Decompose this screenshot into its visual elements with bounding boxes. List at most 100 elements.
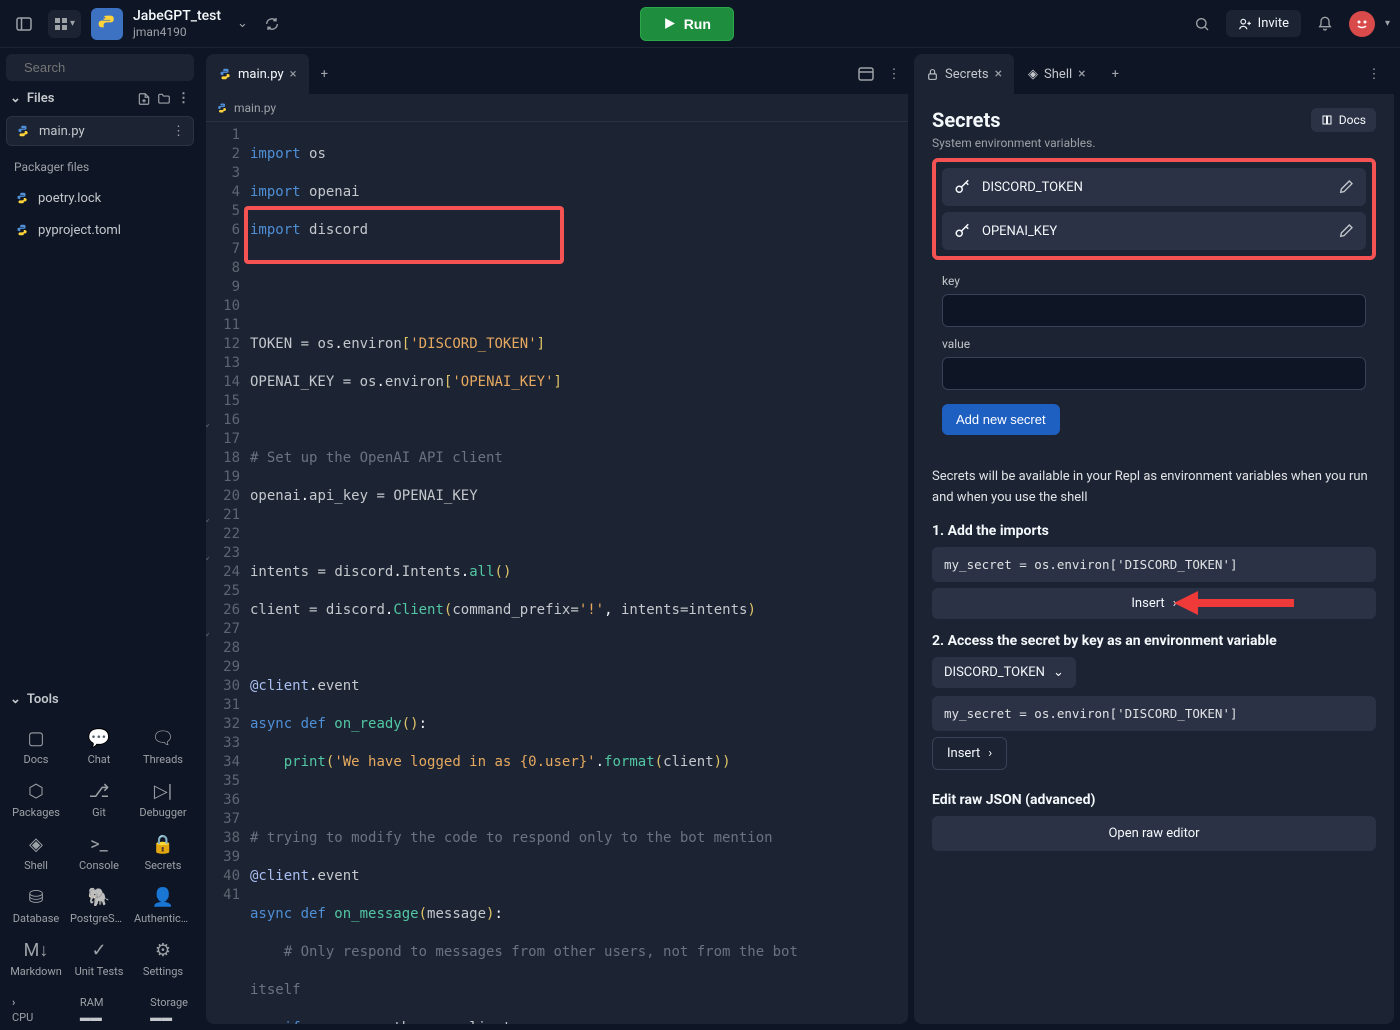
tool-settings[interactable]: ⚙Settings xyxy=(132,933,194,984)
tools-grid: ▢Docs 💬Chat 🗨Threads ⬡Packages ⎇Git ▷|De… xyxy=(6,717,194,988)
tool-unit-tests[interactable]: ✓Unit Tests xyxy=(68,933,130,984)
close-icon[interactable]: × xyxy=(1078,66,1085,82)
add-secret-button[interactable]: Add new secret xyxy=(942,404,1060,435)
breadcrumb: main.py xyxy=(206,94,908,122)
new-file-icon[interactable] xyxy=(137,92,151,106)
secrets-info: Secrets will be available in your Repl a… xyxy=(932,467,1376,509)
project-info[interactable]: JabeGPT_test jman4190 xyxy=(133,8,221,39)
tool-git[interactable]: ⎇Git xyxy=(68,774,130,825)
project-name: JabeGPT_test xyxy=(133,8,221,25)
tools-label: Tools xyxy=(27,692,59,707)
tab-label: Secrets xyxy=(945,67,989,82)
python-file-icon xyxy=(14,222,30,238)
python-file-icon xyxy=(216,102,228,114)
code-snippet-1: my_secret = os.environ['DISCORD_TOKEN'] xyxy=(932,547,1376,582)
stats-row: ›CPU RAM▬▬ Storage▬▬ xyxy=(6,992,194,1024)
key-label: key xyxy=(942,274,1366,288)
tool-shell[interactable]: ◈Shell xyxy=(6,827,66,878)
sync-icon[interactable] xyxy=(258,10,286,38)
docs-button[interactable]: Docs xyxy=(1311,108,1376,132)
python-file-icon xyxy=(218,67,232,81)
tool-database[interactable]: ⛁Database xyxy=(6,880,66,931)
tool-packages[interactable]: ⬡Packages xyxy=(6,774,66,825)
chevron-down-icon[interactable]: ⌄ xyxy=(237,16,248,31)
tool-debugger[interactable]: ▷|Debugger xyxy=(132,774,194,825)
close-icon[interactable]: × xyxy=(995,66,1002,82)
chevron-down-icon[interactable]: ▾ xyxy=(1385,18,1390,29)
lock-icon xyxy=(926,68,939,81)
python-project-icon xyxy=(91,8,123,40)
play-icon xyxy=(663,17,676,30)
secret-row-openai[interactable]: OPENAI_KEY xyxy=(942,212,1366,250)
chevron-right-icon: › xyxy=(1173,596,1177,611)
edit-icon[interactable] xyxy=(1338,223,1354,239)
grid-menu-icon[interactable]: ▾ xyxy=(48,10,81,38)
tool-threads[interactable]: 🗨Threads xyxy=(132,721,194,772)
code-body[interactable]: import os import openai import discord T… xyxy=(250,122,806,1024)
tool-postgresql[interactable]: 🐘PostgreSQL xyxy=(68,880,130,931)
secret-row-discord[interactable]: DISCORD_TOKEN xyxy=(942,168,1366,206)
add-tab-button[interactable]: + xyxy=(309,67,340,82)
close-icon[interactable]: × xyxy=(290,67,297,82)
shell-icon: ◈ xyxy=(1028,67,1038,82)
tool-markdown[interactable]: M↓Markdown xyxy=(6,933,66,984)
packager-files-label: Packager files xyxy=(6,154,194,180)
bell-icon[interactable] xyxy=(1311,10,1339,38)
edit-icon[interactable] xyxy=(1338,179,1354,195)
secrets-title: Secrets xyxy=(932,108,1001,132)
tool-chat[interactable]: 💬Chat xyxy=(68,721,130,772)
new-folder-icon[interactable] xyxy=(157,92,171,106)
docs-label: Docs xyxy=(1339,113,1366,127)
avatar[interactable] xyxy=(1349,11,1375,37)
add-tab-button[interactable]: + xyxy=(1100,67,1131,82)
invite-label: Invite xyxy=(1258,16,1289,31)
code-snippet-2: my_secret = os.environ['DISCORD_TOKEN'] xyxy=(932,696,1376,731)
python-file-icon xyxy=(14,190,30,206)
insert-label: Insert xyxy=(1131,596,1164,611)
layout-icon[interactable] xyxy=(852,60,880,88)
secret-name: OPENAI_KEY xyxy=(982,224,1328,239)
search-input[interactable] xyxy=(24,60,200,75)
chevron-down-icon: ⌄ xyxy=(10,91,21,106)
step-1-title: 1. Add the imports xyxy=(932,523,1376,539)
key-input[interactable] xyxy=(942,294,1366,327)
more-icon[interactable]: ⋮ xyxy=(172,124,185,139)
raw-json-title: Edit raw JSON (advanced) xyxy=(932,792,1376,808)
tool-console[interactable]: >_Console xyxy=(68,827,130,878)
key-icon xyxy=(954,222,972,240)
tools-section-header[interactable]: ⌄ Tools xyxy=(6,686,194,713)
tool-docs[interactable]: ▢Docs xyxy=(6,721,66,772)
more-icon[interactable]: ⋮ xyxy=(880,60,908,88)
token-dropdown[interactable]: DISCORD_TOKEN ⌄ xyxy=(932,657,1076,688)
insert-button-2[interactable]: Insert › xyxy=(932,737,1007,770)
insert-button-1[interactable]: Insert › xyxy=(932,588,1376,619)
chevron-right-icon[interactable]: › xyxy=(12,996,15,1009)
tool-secrets[interactable]: 🔒Secrets xyxy=(132,827,194,878)
chevron-right-icon: › xyxy=(988,746,992,761)
more-icon[interactable]: ⋮ xyxy=(1360,60,1388,88)
sidebar-search[interactable] xyxy=(6,54,194,81)
open-raw-editor-button[interactable]: Open raw editor xyxy=(932,816,1376,851)
tab-shell[interactable]: ◈ Shell × xyxy=(1016,54,1098,94)
file-main-py[interactable]: main.py ⋮ xyxy=(6,116,194,146)
key-icon xyxy=(954,178,972,196)
file-label: poetry.lock xyxy=(38,191,101,206)
search-icon[interactable] xyxy=(1188,10,1216,38)
invite-button[interactable]: Invite xyxy=(1226,10,1301,37)
value-input[interactable] xyxy=(942,357,1366,390)
file-poetry-lock[interactable]: poetry.lock xyxy=(6,184,194,212)
tab-label: main.py xyxy=(238,67,284,82)
more-icon[interactable]: ⋮ xyxy=(177,91,190,106)
dropdown-label: DISCORD_TOKEN xyxy=(944,665,1045,680)
files-section-header[interactable]: ⌄ Files ⋮ xyxy=(6,85,194,112)
book-icon xyxy=(1321,114,1333,126)
files-label: Files xyxy=(27,91,55,106)
value-label: value xyxy=(942,337,1366,351)
panel-toggle-icon[interactable] xyxy=(10,10,38,38)
file-pyproject-toml[interactable]: pyproject.toml xyxy=(6,216,194,244)
run-button[interactable]: Run xyxy=(640,7,734,41)
tab-secrets[interactable]: Secrets × xyxy=(914,54,1014,94)
file-label: main.py xyxy=(39,124,85,139)
tab-main-py[interactable]: main.py × xyxy=(206,54,309,94)
tool-authentication[interactable]: 👤Authenticati… xyxy=(132,880,194,931)
